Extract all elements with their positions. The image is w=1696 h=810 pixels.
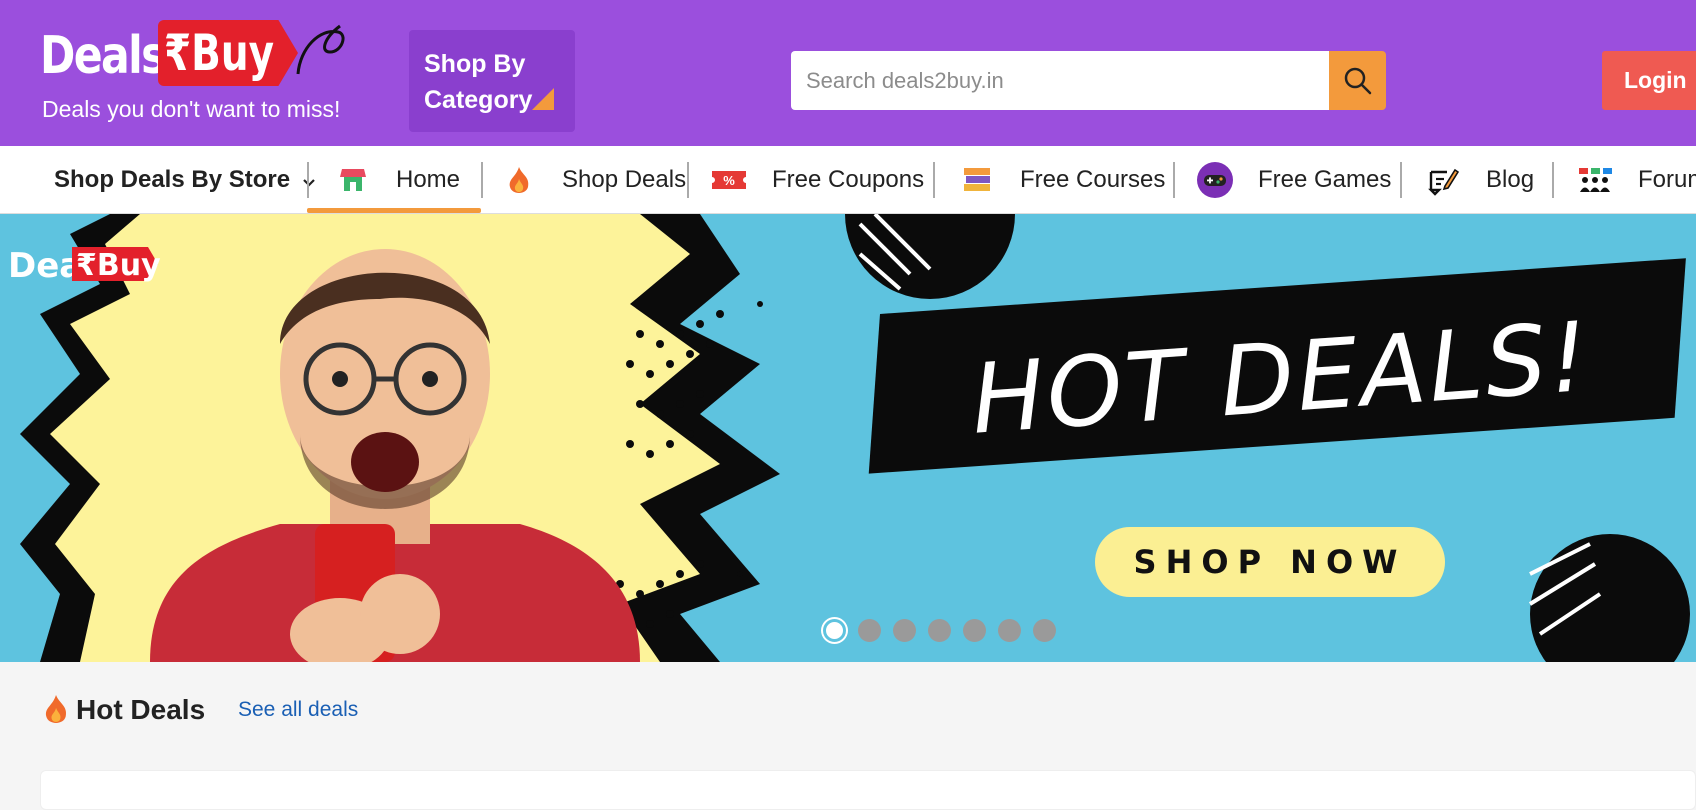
hero-banner[interactable]: Deals ₹Buy HOT DEALS! SHOP NOW: [0, 214, 1696, 662]
nav-item-blog[interactable]: Blog: [1424, 146, 1534, 214]
edit-note-icon: [1424, 161, 1462, 199]
dropdown-triangle-icon: [532, 88, 555, 110]
carousel-dot[interactable]: [823, 619, 846, 642]
active-tab-indicator: [307, 208, 481, 213]
chevron-down-icon: [303, 179, 315, 187]
carousel-dot[interactable]: [998, 619, 1021, 642]
gamepad-icon: [1196, 161, 1234, 199]
nav-label-forum: Forum: [1638, 166, 1696, 193]
nav-label-free-coupons: Free Coupons: [772, 166, 925, 193]
nav-divider: [1400, 162, 1402, 198]
search-input[interactable]: [791, 51, 1329, 110]
carousel-dot[interactable]: [963, 619, 986, 642]
nav-divider: [1173, 162, 1175, 198]
section-title-hot-deals: Hot Deals: [76, 694, 206, 725]
shop-by-category-button[interactable]: Shop By Category: [409, 30, 575, 132]
nav-label-home: Home: [396, 166, 461, 193]
carousel-dot[interactable]: [893, 619, 916, 642]
nav-divider: [481, 162, 483, 198]
carousel-dot[interactable]: [858, 619, 881, 642]
main-nav: Shop Deals By Store Home Shop Deals % Fr…: [0, 146, 1696, 214]
nav-label-free-courses: Free Courses: [1020, 166, 1166, 193]
people-icon: [1576, 161, 1614, 199]
search-icon: [1344, 67, 1371, 94]
nav-divider: [1552, 162, 1554, 198]
nav-label-blog: Blog: [1486, 166, 1535, 193]
site-logo[interactable]: Deals ₹Buy: [40, 18, 345, 98]
login-button[interactable]: Login: [1602, 51, 1696, 110]
tag-string-icon: [296, 24, 345, 75]
nav-divider: [687, 162, 689, 198]
flame-icon: [500, 161, 538, 199]
site-header: Deals ₹Buy Deals you don't want to miss!…: [0, 0, 1696, 146]
coupon-icon: %: [710, 161, 748, 199]
shop-now-button[interactable]: SHOP NOW: [1095, 527, 1445, 597]
carousel-dot[interactable]: [1033, 619, 1056, 642]
nav-item-free-coupons[interactable]: % Free Coupons: [710, 146, 924, 214]
carousel-indicators: [823, 619, 1056, 642]
nav-divider: [933, 162, 935, 198]
nav-label-shop-deals: Shop Deals: [562, 166, 687, 193]
logo-buy-text: ₹Buy: [164, 24, 275, 82]
shop-deals-by-store-dropdown[interactable]: Shop Deals By Store: [54, 146, 318, 214]
nav-label-free-games: Free Games: [1258, 166, 1392, 193]
storefront-icon: [334, 161, 372, 199]
nav-item-home[interactable]: Home: [334, 146, 460, 214]
site-tagline: Deals you don't want to miss!: [42, 96, 341, 122]
carousel-dot[interactable]: [928, 619, 951, 642]
category-label-line1: Shop By: [424, 50, 526, 78]
books-icon: [958, 161, 996, 199]
nav-item-free-courses[interactable]: Free Courses: [958, 146, 1165, 214]
category-label-line2: Category: [424, 86, 533, 114]
nav-item-forum[interactable]: Forum: [1576, 146, 1696, 214]
search-button[interactable]: [1329, 51, 1386, 110]
logo-deals-text: Deals: [40, 26, 167, 86]
nav-item-shop-deals[interactable]: Shop Deals: [500, 146, 686, 214]
store-dropdown-label: Shop Deals By Store: [54, 166, 291, 193]
deals-card-container: [40, 770, 1696, 810]
svg-text:₹Buy: ₹Buy: [76, 248, 161, 283]
see-all-deals-link[interactable]: See all deals: [238, 698, 358, 722]
nav-item-free-games[interactable]: Free Games: [1196, 146, 1391, 214]
nav-divider: [307, 162, 309, 198]
svg-text:%: %: [723, 173, 735, 188]
flame-icon: [45, 695, 67, 723]
